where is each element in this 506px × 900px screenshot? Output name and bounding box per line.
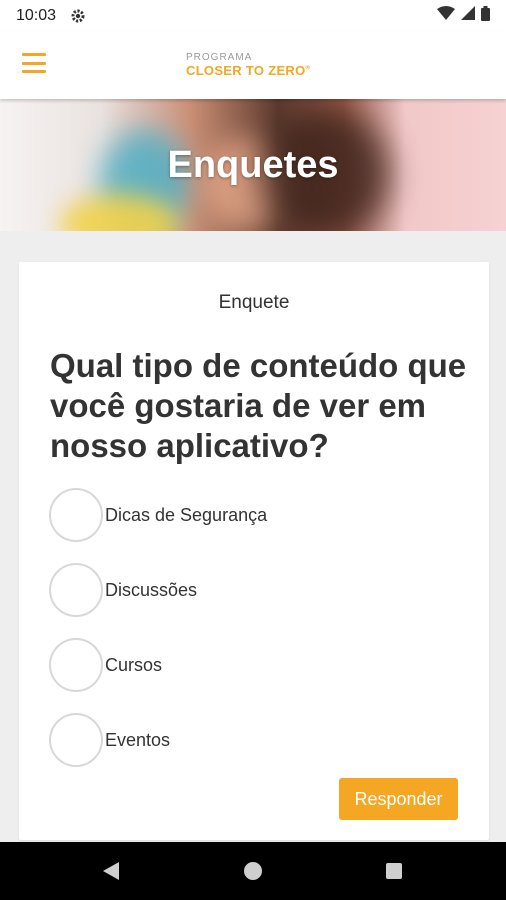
poll-option-label: Dicas de Segurança xyxy=(105,504,268,525)
recents-icon[interactable] xyxy=(386,863,402,879)
hero-banner: Enquetes xyxy=(0,99,506,231)
brand-registered-mark: ® xyxy=(305,65,311,72)
battery-icon xyxy=(481,5,490,26)
hamburger-menu-icon[interactable] xyxy=(22,53,46,73)
signal-icon xyxy=(461,6,475,25)
brand-top-text: PROGRAMA xyxy=(186,52,253,63)
brand-bottom-text: CLOSER TO ZERO xyxy=(186,63,306,78)
radio-button[interactable] xyxy=(49,563,103,617)
poll-option-label: Eventos xyxy=(105,729,171,750)
poll-option-discussoes[interactable]: Discussões xyxy=(49,562,197,618)
poll-option-dicas-de-seguranca[interactable]: Dicas de Segurança xyxy=(49,487,267,543)
radio-button[interactable] xyxy=(49,488,103,542)
poll-question: Qual tipo de conteúdo que você gostaria … xyxy=(50,347,467,464)
back-icon[interactable] xyxy=(103,862,119,880)
poll-card: Enquete Qual tipo de conteúdo que você g… xyxy=(19,262,489,840)
page-title: Enquetes xyxy=(167,143,339,186)
brand-name: CLOSER TO ZERO® xyxy=(186,64,310,77)
status-time: 10:03 xyxy=(16,6,57,24)
brand-logo: PROGRAMA CLOSER TO ZERO® xyxy=(186,52,310,78)
gear-icon xyxy=(70,8,86,24)
poll-label: Enquete xyxy=(218,292,290,313)
wifi-icon xyxy=(437,6,455,25)
poll-option-cursos[interactable]: Cursos xyxy=(49,637,162,693)
poll-option-label: Discussões xyxy=(105,579,198,600)
status-bar: 10:03 xyxy=(0,0,506,31)
app-bar: PROGRAMA CLOSER TO ZERO® xyxy=(0,31,506,99)
poll-option-label: Cursos xyxy=(105,654,163,675)
home-icon[interactable] xyxy=(244,862,262,880)
radio-button[interactable] xyxy=(49,638,103,692)
submit-poll-button[interactable]: Responder xyxy=(339,778,458,820)
poll-option-eventos[interactable]: Eventos xyxy=(49,712,170,768)
system-nav-bar xyxy=(0,842,506,900)
status-icons xyxy=(437,5,490,26)
radio-button[interactable] xyxy=(49,713,103,767)
